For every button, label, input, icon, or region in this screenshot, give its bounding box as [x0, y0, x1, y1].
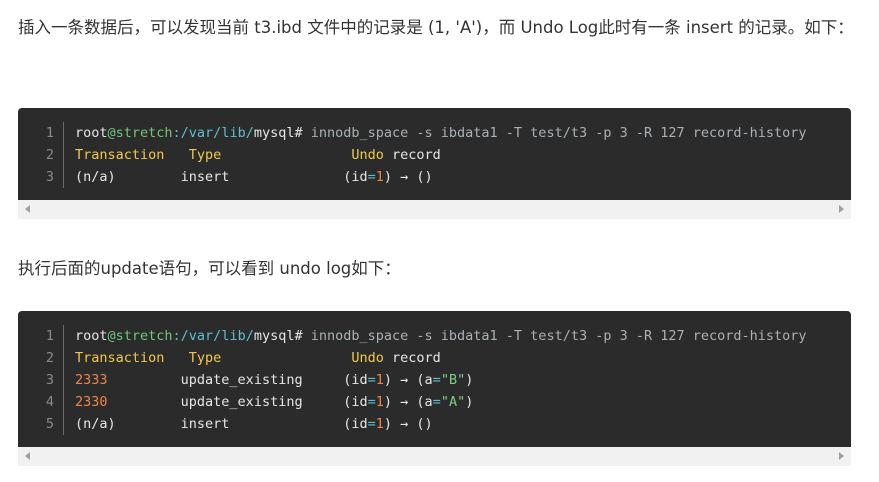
code-token: 2330	[75, 394, 108, 410]
code-token: @stretch	[107, 125, 173, 141]
code-token: update_existing (id	[107, 372, 368, 388]
horizontal-scrollbar[interactable]	[18, 447, 851, 466]
line-number: 5	[18, 413, 64, 435]
code-text: root@stretch:/var/lib/mysql# innodb_spac…	[64, 325, 807, 347]
code-token: :/var/lib/	[172, 125, 254, 141]
code-token: (n/a) insert (id	[75, 169, 368, 185]
code-text: (n/a) insert (id=1) → ()	[64, 413, 433, 435]
code-token: record	[383, 350, 441, 366]
code-token: record	[383, 147, 441, 163]
code-token: update_existing (id	[107, 394, 368, 410]
code-line: 3 2333 update_existing (id=1) → (a="B")	[18, 369, 851, 391]
code-token: Transaction	[75, 147, 165, 163]
scroll-right-icon[interactable]	[839, 452, 844, 460]
scroll-left-icon[interactable]	[25, 452, 30, 460]
code-token: innodb_space -s ibdata1 -T test/t3 -p 3 …	[302, 125, 807, 141]
code-line: 2 Transaction Type Undo record	[18, 347, 851, 369]
code-token: @stretch	[107, 328, 173, 344]
code-area: 1 root@stretch:/var/lib/mysql# innodb_spa…	[18, 311, 851, 447]
code-line: 4 2330 update_existing (id=1) → (a="A")	[18, 391, 851, 413]
code-token: mysql#	[253, 125, 303, 141]
line-number: 1	[18, 122, 64, 144]
code-token: root	[75, 328, 108, 344]
line-number: 3	[18, 166, 64, 188]
code-token: =	[432, 394, 441, 410]
code-token: Undo	[351, 147, 384, 163]
code-token: ) → ()	[383, 416, 433, 432]
code-line: 3 (n/a) insert (id=1) → ()	[18, 166, 851, 188]
code-token: (n/a) insert (id	[75, 416, 368, 432]
code-token: innodb_space -s ibdata1 -T test/t3 -p 3 …	[302, 328, 807, 344]
code-line: 2 Transaction Type Undo record	[18, 144, 851, 166]
line-number: 2	[18, 144, 64, 166]
code-token: 1	[375, 169, 384, 185]
code-token: mysql#	[253, 328, 303, 344]
code-text: 2330 update_existing (id=1) → (a="A")	[64, 391, 473, 413]
code-token: "A"	[440, 394, 466, 410]
code-token: 2333	[75, 372, 108, 388]
code-line: 1 root@stretch:/var/lib/mysql# innodb_spa…	[18, 122, 851, 144]
code-block-update: 1 root@stretch:/var/lib/mysql# innodb_spa…	[18, 311, 851, 466]
code-text: 2333 update_existing (id=1) → (a="B")	[64, 369, 473, 391]
code-token: "B"	[440, 372, 466, 388]
code-token: 1	[375, 416, 384, 432]
code-token: :/var/lib/	[172, 328, 254, 344]
code-token: Transaction	[75, 350, 165, 366]
code-token: =	[367, 372, 376, 388]
code-token: =	[432, 372, 441, 388]
line-number: 1	[18, 325, 64, 347]
horizontal-scrollbar[interactable]	[18, 200, 851, 219]
code-token: =	[367, 394, 376, 410]
scroll-left-icon[interactable]	[25, 205, 30, 213]
code-token: 1	[375, 394, 384, 410]
scroll-right-icon[interactable]	[839, 205, 844, 213]
paragraph-update: 执行后面的update语句，可以看到 undo log如下：	[18, 259, 401, 278]
code-token: ) → (a	[383, 372, 433, 388]
code-text: (n/a) insert (id=1) → ()	[64, 166, 433, 188]
line-number: 4	[18, 391, 64, 413]
code-text: Transaction Type Undo record	[64, 144, 441, 166]
code-token: Undo	[351, 350, 384, 366]
code-token: root	[75, 125, 108, 141]
code-text: Transaction Type Undo record	[64, 347, 441, 369]
code-block-insert: 1 root@stretch:/var/lib/mysql# innodb_spa…	[18, 108, 851, 219]
code-text: root@stretch:/var/lib/mysql# innodb_spac…	[64, 122, 807, 144]
code-token: )	[465, 394, 474, 410]
code-token: Type	[188, 147, 222, 163]
line-number: 2	[18, 347, 64, 369]
code-token: ) → ()	[383, 169, 433, 185]
paragraph-insert: 插入一条数据后，可以发现当前 t3.ibd 文件中的记录是 (1, 'A')，而…	[18, 18, 854, 37]
code-token: =	[367, 416, 376, 432]
code-line: 1 root@stretch:/var/lib/mysql# innodb_spa…	[18, 325, 851, 347]
code-area: 1 root@stretch:/var/lib/mysql# innodb_spa…	[18, 108, 851, 200]
code-token: =	[367, 169, 376, 185]
code-token: Type	[188, 350, 222, 366]
line-number: 3	[18, 369, 64, 391]
code-token: )	[465, 372, 474, 388]
code-token: ) → (a	[383, 394, 433, 410]
code-token: 1	[375, 372, 384, 388]
code-line: 5 (n/a) insert (id=1) → ()	[18, 413, 851, 435]
